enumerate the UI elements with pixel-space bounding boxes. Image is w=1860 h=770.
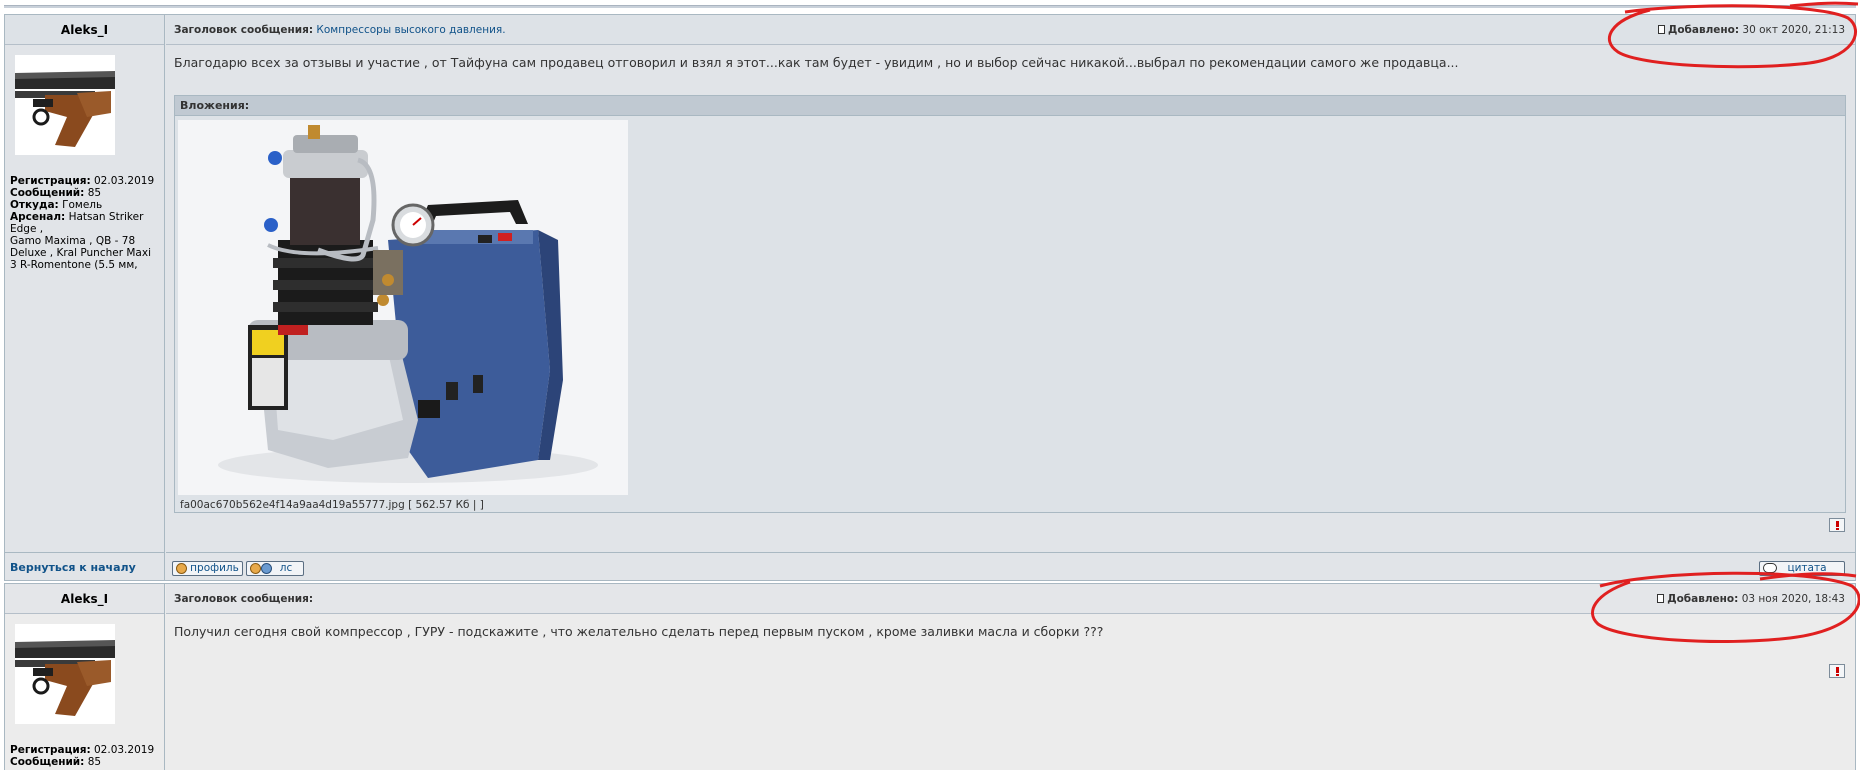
author-name[interactable]: Aleks_I: [5, 15, 164, 45]
avatar: [15, 624, 115, 724]
msgs-value: 85: [87, 187, 102, 199]
post-body-column: Заголовок сообщения: Компрессоры высоког…: [166, 15, 1855, 580]
pm-button[interactable]: лс: [246, 561, 304, 576]
forum-post: Aleks_I Регистрация: 02.03.2019 Сообщени…: [4, 583, 1856, 770]
profile-button[interactable]: профиль: [172, 561, 243, 576]
reg-value: 02.03.2019: [94, 744, 155, 756]
author-profile-info: Регистрация: 02.03.2019 Сообщений: 85 От…: [10, 175, 162, 271]
top-strip: [0, 0, 1860, 14]
avatar: [15, 55, 115, 155]
post-buttons-row: профиль лс цитата: [166, 552, 1855, 580]
arsenal-line: Hatsan Striker: [68, 211, 144, 223]
arsenal-line: Deluxe , Kral Puncher Maxi: [10, 247, 151, 259]
arsenal-line: Edge ,: [10, 223, 44, 235]
attachment-image[interactable]: [178, 120, 628, 495]
top-divider: [4, 5, 1856, 8]
from-value: Гомель: [62, 199, 103, 211]
attachments-title: Вложения:: [175, 96, 1845, 116]
user-icon: [250, 563, 261, 574]
post-subject: Заголовок сообщения:: [174, 584, 313, 614]
report-post-icon[interactable]: [1829, 664, 1845, 678]
attachments-box: Вложения: fa00ac670b562e4f14a9aa4d19a557…: [174, 95, 1846, 513]
reg-label: Регистрация:: [10, 744, 91, 756]
attachment-filename[interactable]: fa00ac670b562e4f14a9aa4d19a55777.jpg [ 5…: [180, 499, 484, 511]
post-permalink-icon[interactable]: [1657, 25, 1665, 34]
date-value: 30 окт 2020, 21:13: [1742, 24, 1845, 36]
report-post-icon[interactable]: [1829, 518, 1845, 532]
date-label: Добавлено:: [1667, 593, 1739, 605]
arsenal-line: Gamo Maxima , QB - 78: [10, 235, 136, 247]
post-author-column: Aleks_I Регистрация: 02.03.2019 Сообщени…: [5, 584, 165, 770]
author-name[interactable]: Aleks_I: [5, 584, 164, 614]
author-header: Aleks_I: [5, 584, 164, 614]
forum-post: Aleks_I Регистрация: 02.03.2019 Сообщени…: [4, 14, 1856, 581]
author-header: Aleks_I: [5, 15, 164, 45]
msgs-value: 85: [87, 756, 102, 768]
post-message: Благодарю всех за отзывы и участие , от …: [174, 55, 1459, 70]
back-to-top-link[interactable]: Вернуться к началу: [10, 561, 136, 574]
from-label: Откуда:: [10, 199, 59, 211]
subject-link[interactable]: Компрессоры высокого давления.: [316, 24, 505, 36]
post-date: Добавлено: 03 ноя 2020, 18:43: [1657, 584, 1845, 614]
post-header: Заголовок сообщения: Компрессоры высоког…: [166, 15, 1855, 45]
post-permalink-icon[interactable]: [1657, 594, 1665, 603]
quote-icon: [1763, 563, 1777, 573]
author-profile-info: Регистрация: 02.03.2019 Сообщений: 85: [10, 744, 162, 768]
post-header: Заголовок сообщения: Добавлено: 03 ноя 2…: [166, 584, 1855, 614]
quote-button-label: цитата: [1787, 562, 1827, 574]
date-label: Добавлено:: [1667, 24, 1740, 36]
back-to-top-row: Вернуться к началу: [5, 552, 164, 580]
arsenal-label: Арсенал:: [10, 211, 66, 223]
subject-label: Заголовок сообщения:: [174, 593, 314, 605]
pm-button-label: лс: [279, 562, 293, 574]
post-author-column: Aleks_I Регистрация: 02.03.2019 Сообщени…: [5, 15, 165, 580]
subject-label: Заголовок сообщения:: [174, 24, 314, 36]
msgs-label: Сообщений:: [10, 187, 85, 199]
post-subject: Заголовок сообщения: Компрессоры высоког…: [174, 15, 506, 45]
post-message: Получил сегодня свой компрессор , ГУРУ -…: [174, 624, 1104, 639]
arsenal-line: 3 R-Romentone (5.5 мм,: [10, 259, 138, 271]
profile-button-label: профиль: [190, 562, 239, 574]
date-value: 03 ноя 2020, 18:43: [1741, 593, 1845, 605]
user-icon: [261, 563, 272, 574]
post-body-column: Заголовок сообщения: Добавлено: 03 ноя 2…: [166, 584, 1855, 770]
msgs-label: Сообщений:: [10, 756, 85, 768]
user-icon: [176, 563, 187, 574]
post-date: Добавлено: 30 окт 2020, 21:13: [1657, 15, 1845, 45]
reg-label: Регистрация:: [10, 175, 91, 187]
reg-value: 02.03.2019: [94, 175, 155, 187]
quote-button[interactable]: цитата: [1759, 561, 1845, 576]
